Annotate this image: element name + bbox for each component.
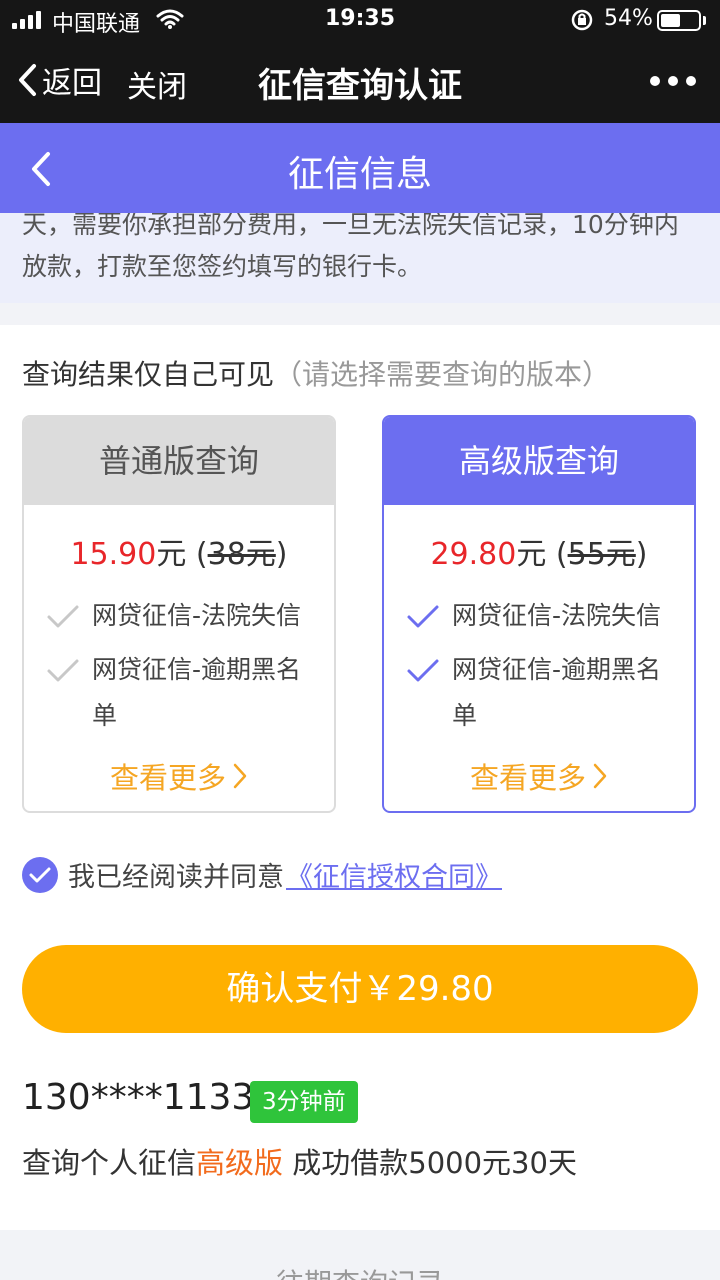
feed-phone: 130****1133 [22,1077,255,1118]
chevron-right-icon [233,763,247,789]
app-header: 征信信息 [0,123,720,213]
feature-label: 网贷征信-逾期黑名单 [452,655,662,730]
nav-title: 征信查询认证 [258,66,462,106]
visibility-note: 查询结果仅自己可见（请选择需要查询的版本） [22,353,610,393]
feed-prefix: 查询个人征信 [22,1146,197,1180]
view-more-label: 查看更多 [469,761,586,795]
feature-item: 网贷征信-法院失信 [384,593,694,639]
plan-title: 普通版查询 [24,417,334,505]
agreement-checkbox[interactable] [22,856,58,893]
selection-hint: （请选择需要查询的版本） [274,358,611,391]
view-more-link[interactable]: 查看更多 [384,755,694,797]
check-icon [407,659,439,682]
view-more-link[interactable]: 查看更多 [24,755,334,797]
feed-highlight: 高级版 [196,1146,284,1180]
check-icon [407,605,439,628]
page-title: 征信信息 [287,154,432,195]
visibility-lead: 查询结果仅自己可见 [22,358,275,391]
feature-item: 网贷征信-逾期黑名单 [384,647,694,739]
price-unit: 元 ( [516,537,568,572]
status-bar: 中国联通 19:35 54% [0,0,720,40]
plan-price: 15.90元 (38元) [24,529,334,573]
current-price: 15.90 [70,537,157,572]
contract-link[interactable]: 《征信授权合同》 [286,855,502,894]
plan-price: 29.80元 (55元) [384,529,694,573]
original-price: 55元 [567,537,636,572]
current-price: 29.80 [430,537,517,572]
feature-label: 网贷征信-法院失信 [452,601,662,630]
plan-card-basic[interactable]: 普通版查询 15.90元 (38元) 网贷征信-法院失信 网贷征信-逾期黑名单 … [22,415,336,813]
feed-suffix: 成功借款5000元30天 [283,1146,577,1180]
agreement-text: 我已经阅读并同意 [68,862,284,893]
price-close: ) [635,537,648,572]
price-unit: 元 ( [156,537,208,572]
plan-title: 高级版查询 [384,417,694,505]
original-price: 38元 [207,537,276,572]
battery-percent: 54% [604,6,653,31]
price-close: ) [275,537,288,572]
time-badge: 3分钟前 [250,1081,358,1123]
agreement-row: 我已经阅读并同意 《征信授权合同》 [22,855,502,894]
check-icon [47,605,79,628]
history-section-title: 往期查询记录 [0,1262,720,1280]
chevron-right-icon [593,763,607,789]
feature-label: 网贷征信-法院失信 [92,601,302,630]
view-more-label: 查看更多 [109,761,226,795]
feed-description: 查询个人征信高级版 成功借款5000元30天 [22,1140,577,1182]
wechat-nav-bar: 返回 关闭 征信查询认证 [0,40,720,123]
check-icon [47,659,79,682]
feature-label: 网贷征信-逾期黑名单 [92,655,302,730]
more-options-icon[interactable] [650,76,696,86]
feature-item: 网贷征信-逾期黑名单 [24,647,334,739]
feature-item: 网贷征信-法院失信 [24,593,334,639]
query-panel: 查询结果仅自己可见（请选择需要查询的版本） 普通版查询 15.90元 (38元)… [0,325,720,1230]
battery-icon [657,10,701,31]
plan-card-premium[interactable]: 高级版查询 29.80元 (55元) 网贷征信-法院失信 网贷征信-逾期黑名单 … [382,415,696,813]
confirm-pay-button[interactable]: 确认支付￥29.80 [22,945,698,1033]
checkmark-icon [29,867,51,882]
rotation-lock-icon [570,8,594,38]
